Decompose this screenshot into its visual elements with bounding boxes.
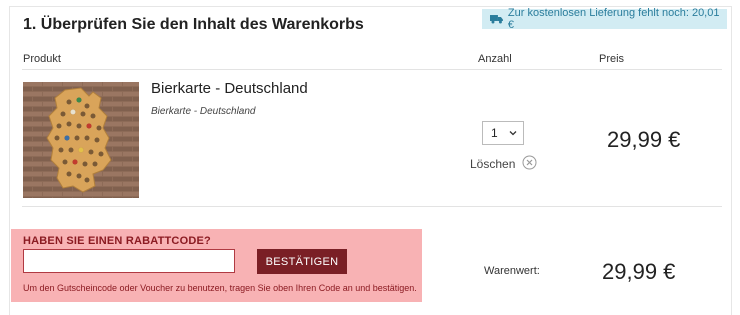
coupon-code-input[interactable] (23, 249, 235, 273)
coupon-help-text: Um den Gutscheincode oder Voucher zu ben… (23, 283, 417, 293)
shipping-notice-text: Zur kostenlosen Lieferung fehlt noch: 20… (507, 7, 720, 31)
coupon-title: HABEN SIE EINEN RABATTCODE? (23, 235, 211, 247)
truck-icon (490, 15, 503, 24)
quantity-select[interactable]: 1 (482, 121, 524, 145)
free-shipping-notice: Zur kostenlosen Lieferung fehlt noch: 20… (482, 7, 727, 31)
close-circle-icon[interactable] (522, 155, 537, 170)
column-header-price: Preis (599, 53, 625, 65)
quantity-value: 1 (491, 126, 498, 140)
item-divider (22, 206, 722, 207)
column-header-product: Produkt (23, 53, 61, 65)
column-header-quantity: Anzahl (478, 53, 512, 65)
coupon-confirm-button[interactable]: BESTÄTIGEN (257, 249, 347, 274)
subtotal-value: 29,99 € (602, 259, 676, 284)
chevron-down-icon (509, 131, 517, 136)
product-subtitle: Bierkarte - Deutschland (151, 106, 256, 117)
coupon-section: HABEN SIE EINEN RABATTCODE? BESTÄTIGEN U… (11, 229, 422, 302)
product-image[interactable] (23, 82, 139, 198)
item-price: 29,99 € (607, 127, 681, 152)
product-name[interactable]: Bierkarte - Deutschland (151, 80, 308, 97)
delete-link[interactable]: Löschen (470, 157, 515, 171)
subtotal-label: Warenwert: (484, 265, 540, 277)
header-divider (22, 69, 722, 70)
page-title: 1. Überprüfen Sie den Inhalt des Warenko… (23, 16, 364, 33)
